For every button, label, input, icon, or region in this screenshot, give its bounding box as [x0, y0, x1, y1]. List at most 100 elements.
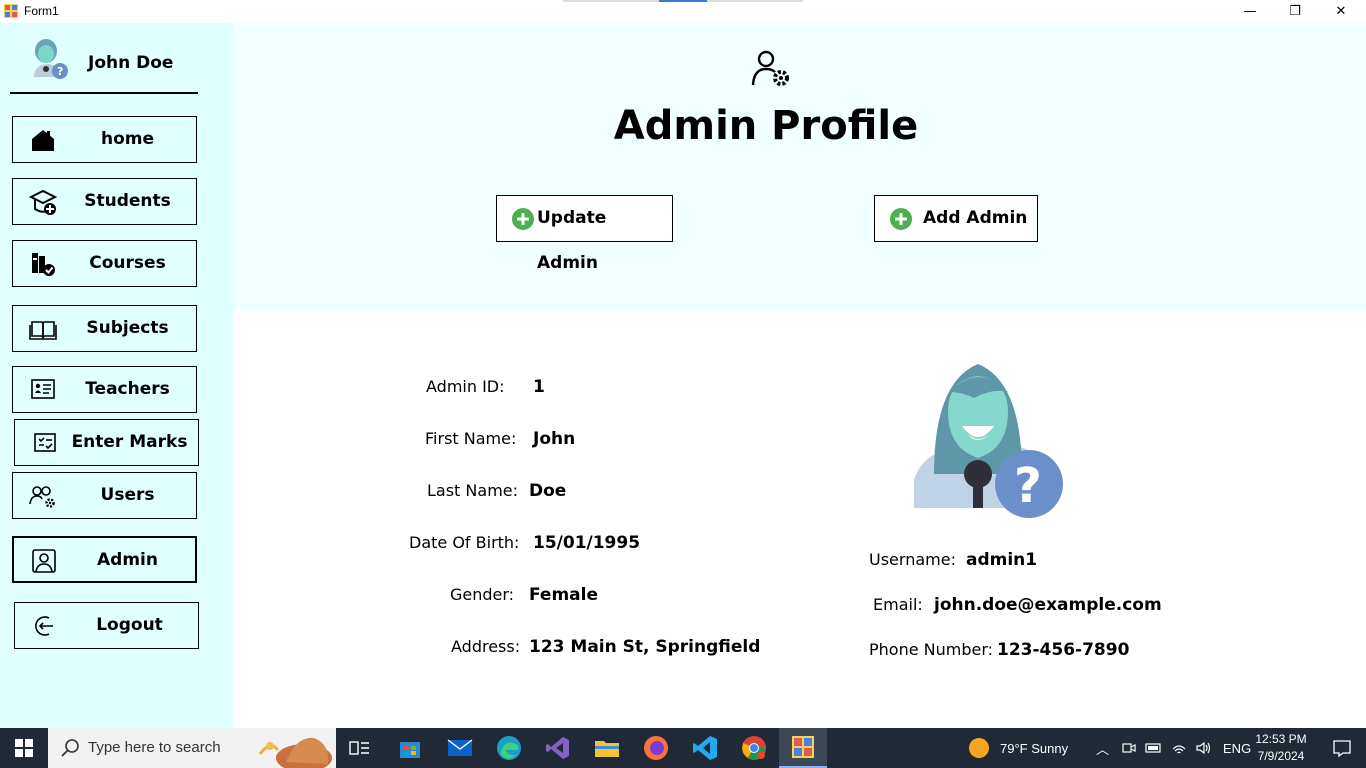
nav-home-label: home: [100, 129, 155, 149]
meet-now-icon[interactable]: [1121, 740, 1137, 756]
window-title: Form1: [24, 4, 59, 18]
nav-logout-button[interactable]: Logout: [14, 602, 199, 649]
student-add-icon: [29, 189, 57, 215]
add-admin-button[interactable]: Add Admin: [874, 195, 1038, 242]
visual-studio-icon: [546, 737, 569, 759]
form-app-icon: [4, 4, 18, 18]
last-name-value: Doe: [529, 481, 567, 501]
svg-text:?: ?: [57, 65, 63, 78]
update-admin-button[interactable]: Update Admin: [496, 195, 673, 273]
admin-profile-image: ?: [914, 364, 1063, 518]
titlebar-accent: [563, 0, 803, 2]
start-button[interactable]: [0, 728, 48, 768]
nav-users-label: Users: [100, 485, 155, 505]
page-title: Admin Profile: [613, 103, 919, 149]
address-label: Address:: [451, 637, 521, 656]
dob-label: Date Of Birth:: [409, 533, 520, 552]
home-icon: [32, 130, 54, 151]
clock-time: 12:53 PM: [1255, 732, 1307, 746]
windows-taskbar: Type here to search 79°F Sunny ︿ ENG 12:…: [0, 728, 1366, 768]
minimize-button[interactable]: —: [1227, 0, 1273, 23]
clock-date: 7/9/2024: [1257, 749, 1305, 763]
nav-logout-label: Logout: [96, 615, 163, 635]
nav-admin-label: Admin: [97, 550, 158, 570]
sidebar-user-name: John Doe: [88, 53, 174, 73]
book-icon: [29, 321, 57, 340]
taskbar-file-explorer[interactable]: [583, 728, 631, 768]
file-explorer-icon: [595, 741, 619, 757]
search-icon: [61, 739, 79, 757]
taskbar-edge[interactable]: [485, 728, 533, 768]
address-value: 123 Main St, Springfield: [529, 637, 761, 657]
sun-icon: [969, 738, 989, 758]
admin-id-label: Admin ID:: [426, 377, 505, 396]
vscode-icon: [693, 736, 717, 760]
language-indicator[interactable]: ENG: [1223, 741, 1251, 756]
edge-icon: [497, 736, 521, 760]
nav-enter-marks-label: Enter Marks: [71, 432, 188, 452]
taskbar-firefox[interactable]: [632, 728, 680, 768]
admin-id-value: 1: [533, 377, 545, 397]
notification-center-button[interactable]: [1318, 728, 1366, 768]
mail-icon: [447, 739, 473, 756]
chrome-icon: [742, 736, 766, 760]
taskbar-chrome[interactable]: [730, 728, 778, 768]
nav-subjects-button[interactable]: Subjects: [12, 305, 197, 352]
sidebar: ? John Doe home Students Courses Subject…: [0, 23, 233, 728]
nav-students-button[interactable]: Students: [12, 178, 197, 225]
taskbar-visual-studio[interactable]: [534, 728, 582, 768]
taskbar-store[interactable]: [386, 728, 434, 768]
gender-value: Female: [529, 585, 598, 605]
wifi-icon[interactable]: [1171, 740, 1187, 756]
teacher-board-icon: [31, 379, 55, 399]
nav-courses-label: Courses: [89, 253, 166, 273]
marks-checklist-icon: [34, 433, 56, 452]
plus-circle-icon: [890, 208, 912, 230]
close-button[interactable]: ✕: [1318, 0, 1364, 23]
admin-portrait-icon: [32, 549, 56, 573]
weather-widget[interactable]: 79°F Sunny: [968, 728, 1068, 768]
email-value: john.doe@example.com: [934, 595, 1162, 615]
nav-home-button[interactable]: home: [12, 116, 197, 163]
maximize-button[interactable]: ❐: [1272, 0, 1318, 23]
courses-icon: [32, 253, 55, 276]
taskbar-clock[interactable]: 12:53 PM 7/9/2024: [1250, 731, 1312, 765]
chevron-up-icon[interactable]: ︿: [1096, 739, 1109, 758]
volume-icon[interactable]: [1195, 740, 1213, 756]
notification-icon: [1333, 740, 1351, 758]
window-titlebar: Form1 — ❐ ✕: [0, 0, 1366, 23]
weather-text: 79°F Sunny: [1000, 740, 1069, 756]
search-highlight-illustration: [258, 737, 332, 768]
profile-header: Admin Profile Update Admin Add Admin: [233, 23, 1366, 310]
nav-enter-marks-button[interactable]: Enter Marks: [14, 419, 199, 466]
taskbar-search-box[interactable]: Type here to search: [48, 728, 336, 768]
username-value: admin1: [966, 550, 1038, 570]
sidebar-user-header: ? John Doe: [10, 35, 198, 94]
nav-admin-button[interactable]: Admin: [12, 536, 197, 583]
admin-avatar-icon: ?: [34, 39, 68, 79]
task-view-button[interactable]: [336, 728, 384, 768]
nav-courses-button[interactable]: Courses: [12, 240, 197, 287]
email-label: Email:: [873, 595, 923, 614]
battery-icon[interactable]: [1145, 740, 1163, 756]
nav-subjects-label: Subjects: [86, 318, 169, 338]
phone-label: Phone Number:: [869, 640, 994, 659]
admin-settings-icon: [751, 50, 789, 86]
svg-text:?: ?: [1014, 458, 1042, 514]
nav-users-button[interactable]: Users: [12, 472, 197, 519]
nav-teachers-button[interactable]: Teachers: [12, 366, 197, 413]
taskbar-form1-app[interactable]: [779, 728, 827, 768]
taskbar-vscode[interactable]: [681, 728, 729, 768]
nav-teachers-label: Teachers: [85, 379, 170, 399]
last-name-label: Last Name:: [427, 481, 519, 500]
logout-icon: [35, 616, 53, 636]
first-name-label: First Name:: [425, 429, 517, 448]
system-tray-icons: ︿ ENG: [1096, 728, 1251, 768]
form-app-icon: [792, 736, 814, 758]
taskbar-mail[interactable]: [436, 728, 484, 768]
nav-students-label: Students: [84, 191, 171, 211]
gender-label: Gender:: [450, 585, 515, 604]
update-admin-label: Update Admin: [537, 208, 607, 273]
username-label: Username:: [869, 550, 956, 569]
search-placeholder: Type here to search: [88, 739, 221, 756]
